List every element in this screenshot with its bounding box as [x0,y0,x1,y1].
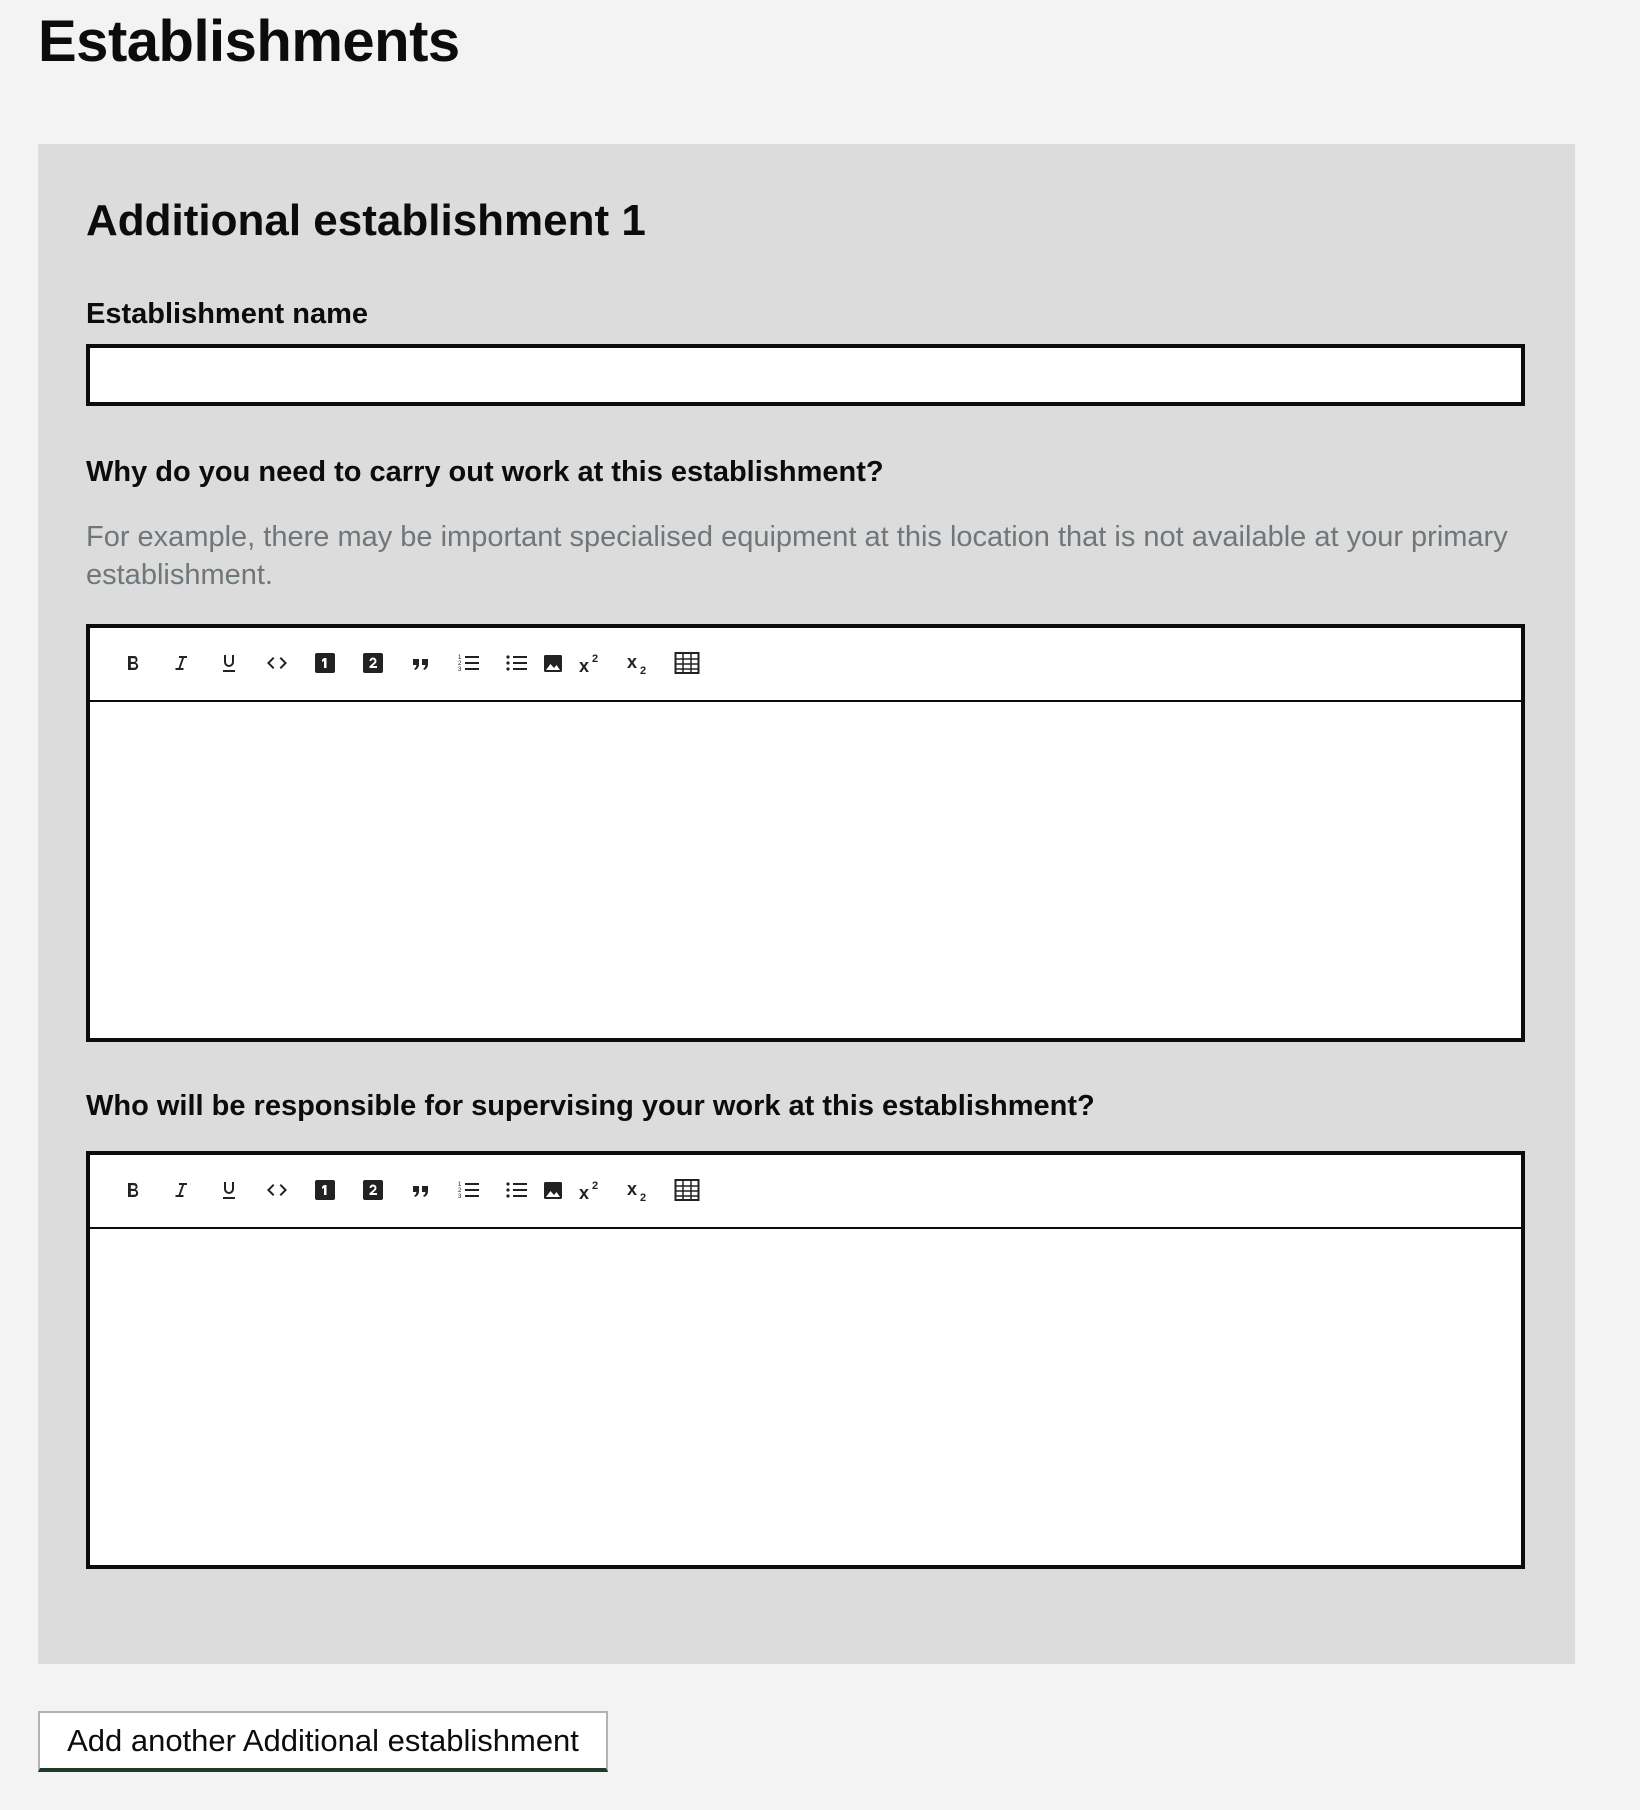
establishment-panel: Additional establishment 1 Establishment… [38,144,1575,1664]
image-icon[interactable] [536,646,570,680]
svg-text:x: x [579,656,589,675]
heading-1-icon[interactable] [308,646,342,680]
reason-hint: For example, there may be important spec… [86,521,1508,591]
table-icon[interactable] [670,646,704,680]
subscript-icon[interactable]: x2 [622,646,656,680]
supervisor-label: Who will be responsible for supervising … [86,1090,1095,1122]
superscript-icon[interactable]: x2 [574,1173,608,1207]
reason-label: Why do you need to carry out work at thi… [86,456,884,488]
svg-text:2: 2 [592,653,598,665]
svg-text:3: 3 [458,667,462,673]
supervisor-editor: 123 x2 x2 [86,1151,1525,1569]
reason-editor-content[interactable] [90,702,1521,1042]
add-another-establishment-button[interactable]: Add another Additional establishment [38,1711,608,1772]
blockquote-icon[interactable] [404,1173,438,1207]
underline-icon[interactable] [212,646,246,680]
establishment-name-label: Establishment name [86,298,369,330]
reason-editor: 123 x2 x2 [86,624,1525,1042]
page-title: Establishments [38,9,460,74]
subscript-icon[interactable]: x2 [622,1173,656,1207]
heading-2-icon[interactable] [356,1173,390,1207]
bold-icon[interactable] [116,646,150,680]
bullet-list-icon[interactable] [500,1173,534,1207]
bullet-list-icon[interactable] [500,646,534,680]
establishment-name-input[interactable] [86,344,1525,406]
image-icon[interactable] [536,1173,570,1207]
ordered-list-icon[interactable]: 123 [452,646,486,680]
svg-text:3: 3 [458,1194,462,1200]
svg-text:x: x [579,1183,589,1202]
svg-text:2: 2 [640,1192,646,1203]
table-icon[interactable] [670,1173,704,1207]
code-icon[interactable] [260,1173,294,1207]
page: Establishments Additional establishment … [0,0,1640,1810]
supervisor-editor-content[interactable] [90,1229,1521,1569]
heading-2-icon[interactable] [356,646,390,680]
heading-1-icon[interactable] [308,1173,342,1207]
reason-editor-toolbar: 123 x2 x2 [90,628,1521,702]
svg-text:2: 2 [640,665,646,676]
svg-text:x: x [627,1179,637,1199]
underline-icon[interactable] [212,1173,246,1207]
supervisor-editor-toolbar: 123 x2 x2 [90,1155,1521,1229]
establishment-heading: Additional establishment 1 [86,196,646,245]
superscript-icon[interactable]: x2 [574,646,608,680]
ordered-list-icon[interactable]: 123 [452,1173,486,1207]
svg-text:x: x [627,652,637,672]
italic-icon[interactable] [164,1173,198,1207]
code-icon[interactable] [260,646,294,680]
blockquote-icon[interactable] [404,646,438,680]
svg-text:2: 2 [592,1180,598,1192]
italic-icon[interactable] [164,646,198,680]
bold-icon[interactable] [116,1173,150,1207]
